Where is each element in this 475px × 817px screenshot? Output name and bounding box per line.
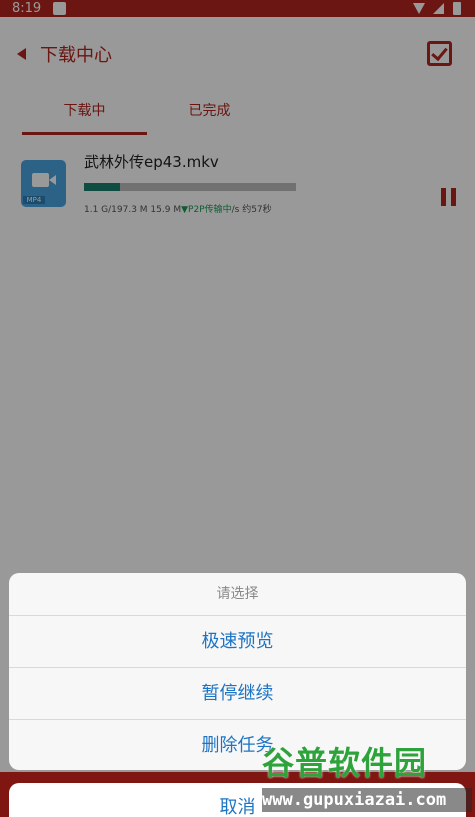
option-pause-resume[interactable]: 暂停继续 — [9, 668, 466, 720]
action-sheet: 请选择 极速预览 暂停继续 删除任务 — [9, 573, 466, 770]
watermark: 谷普软件园 www.gupuxiazai.com — [262, 742, 472, 817]
watermark-url: www.gupuxiazai.com — [262, 788, 472, 812]
action-sheet-title: 请选择 — [9, 573, 466, 616]
option-fast-preview[interactable]: 极速预览 — [9, 616, 466, 668]
watermark-brand: 谷普软件园 — [262, 744, 428, 782]
